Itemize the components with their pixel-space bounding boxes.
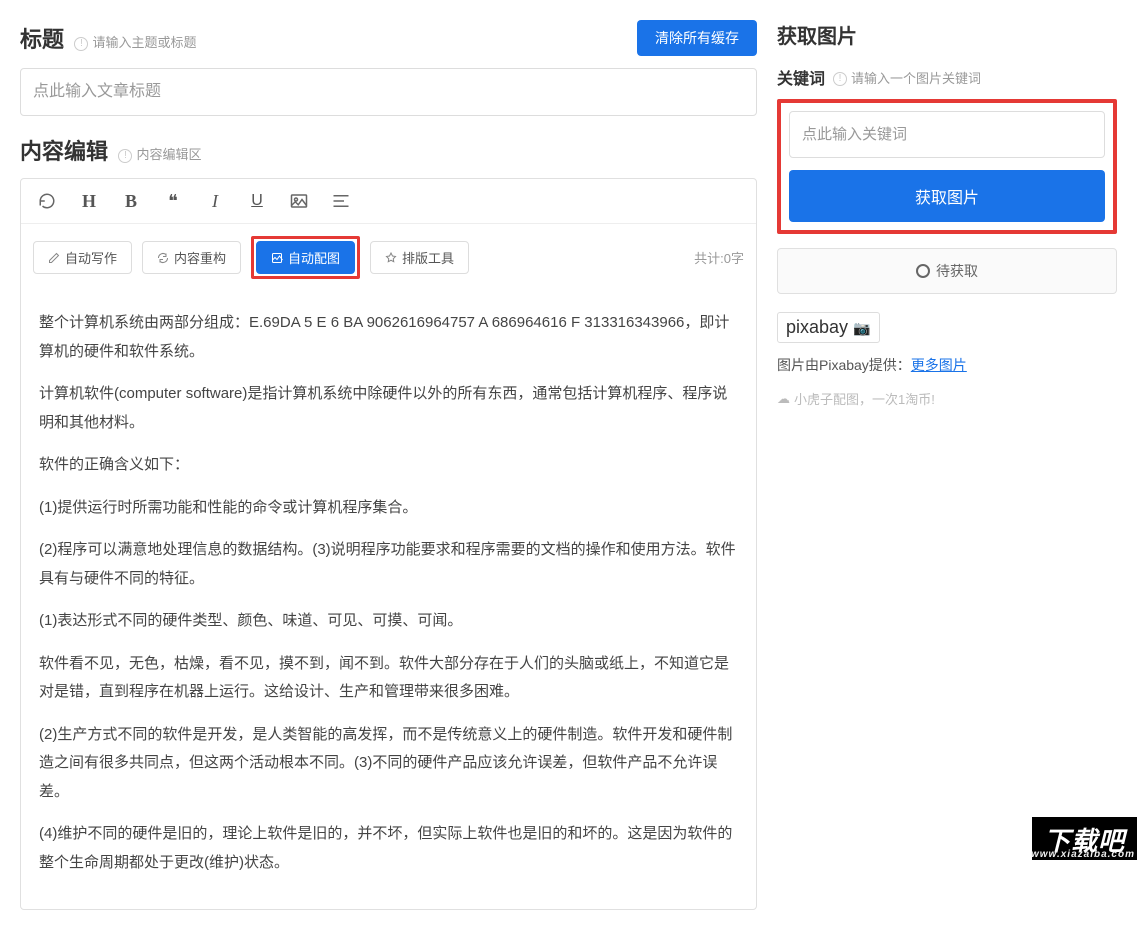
auto-image-button[interactable]: 自动配图 xyxy=(256,241,355,274)
info-icon: ! xyxy=(833,72,847,86)
body-paragraph: 软件的正确含义如下： xyxy=(39,451,738,480)
fetch-image-title: 获取图片 xyxy=(777,20,1117,49)
italic-button[interactable]: I xyxy=(201,189,229,213)
watermark: 下载吧 www.xiazaiba.com xyxy=(1032,817,1137,860)
layout-tool-button[interactable]: 排版工具 xyxy=(370,241,469,274)
body-paragraph: (4)维护不同的硬件是旧的，理论上软件是旧的，并不坏，但实际上软件也是旧的和坏的… xyxy=(39,820,738,877)
heading-button[interactable]: H xyxy=(75,189,103,213)
content-label: 内容编辑 xyxy=(20,139,108,164)
char-count: 共计:0字 xyxy=(694,248,744,267)
action-row: 自动写作 内容重构 自动配图 排版工具 共计:0字 xyxy=(21,224,756,291)
body-paragraph: (1)表达形式不同的硬件类型、颜色、味道、可见、可摸、可闻。 xyxy=(39,607,738,636)
bold-button[interactable]: B xyxy=(117,189,145,213)
keyword-highlight-box: 获取图片 xyxy=(777,99,1117,234)
fetch-image-button[interactable]: 获取图片 xyxy=(789,170,1105,222)
underline-button[interactable]: U xyxy=(243,189,271,213)
editor-body[interactable]: 整个计算机系统由两部分组成：E.69DA 5 E 6 BA 9062616964… xyxy=(21,291,756,909)
content-hint: !内容编辑区 xyxy=(118,147,201,162)
info-icon: ! xyxy=(74,37,88,51)
title-input[interactable] xyxy=(20,68,757,116)
align-button[interactable] xyxy=(327,189,355,213)
body-paragraph: 软件看不见，无色，枯燥，看不见，摸不到，闻不到。软件大部分存在于人们的头脑或纸上… xyxy=(39,650,738,707)
more-images-link[interactable]: 更多图片 xyxy=(911,357,967,373)
keyword-label: 关键词 xyxy=(777,65,825,89)
clear-cache-button[interactable]: 清除所有缓存 xyxy=(637,20,757,56)
undo-button[interactable] xyxy=(33,189,61,213)
content-header: 内容编辑 !内容编辑区 xyxy=(20,134,757,166)
body-paragraph: (2)程序可以满意地处理信息的数据结构。(3)说明程序功能要求和程序需要的文档的… xyxy=(39,536,738,593)
restructure-button[interactable]: 内容重构 xyxy=(142,241,241,274)
cloud-icon: ☁ xyxy=(777,391,790,407)
title-hint: !请输入主题或标题 xyxy=(74,35,196,50)
keyword-input[interactable] xyxy=(789,111,1105,158)
keyword-hint: !请输入一个图片关键词 xyxy=(833,68,981,87)
image-button[interactable] xyxy=(285,189,313,213)
pending-button[interactable]: 待获取 xyxy=(777,248,1117,294)
camera-icon: 📷 xyxy=(853,320,870,336)
circle-icon xyxy=(916,264,930,278)
body-paragraph: 整个计算机系统由两部分组成：E.69DA 5 E 6 BA 9062616964… xyxy=(39,309,738,366)
format-toolbar: H B ❝ I U xyxy=(21,179,756,224)
editor-card: H B ❝ I U 自动写作 内容重构 xyxy=(20,178,757,910)
auto-write-button[interactable]: 自动写作 xyxy=(33,241,132,274)
tiny-note: ☁ 小虎子配图，一次1淘币! xyxy=(777,389,1117,408)
body-paragraph: (1)提供运行时所需功能和性能的命令或计算机程序集合。 xyxy=(39,494,738,523)
attribution: 图片由Pixabay提供：更多图片 xyxy=(777,355,1117,375)
title-label: 标题 xyxy=(20,27,64,52)
info-icon: ! xyxy=(118,149,132,163)
quote-button[interactable]: ❝ xyxy=(159,189,187,213)
body-paragraph: (2)生产方式不同的软件是开发，是人类智能的高发挥，而不是传统意义上的硬件制造。… xyxy=(39,721,738,807)
title-header: 标题 !请输入主题或标题 清除所有缓存 xyxy=(20,20,757,56)
body-paragraph: 计算机软件(computer software)是指计算机系统中除硬件以外的所有… xyxy=(39,380,738,437)
pixabay-badge: pixabay 📷 xyxy=(777,312,880,343)
